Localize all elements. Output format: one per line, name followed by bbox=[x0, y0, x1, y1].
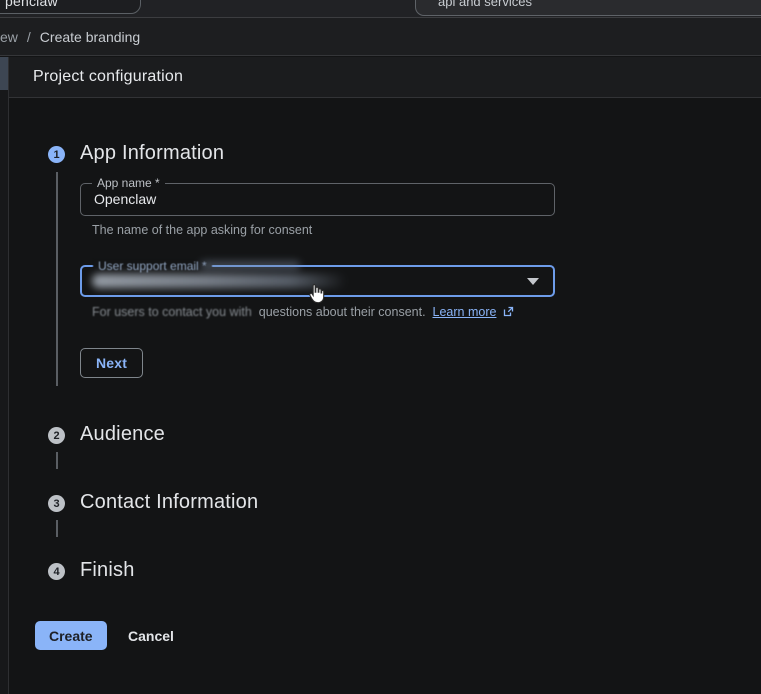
search-box[interactable]: api and services bbox=[415, 0, 761, 16]
next-button[interactable]: Next bbox=[80, 348, 144, 378]
cancel-button[interactable]: Cancel bbox=[114, 621, 188, 650]
step-4-number: 4 bbox=[53, 565, 60, 578]
breadcrumb-separator: / bbox=[26, 28, 31, 45]
step-3-circle: 3 bbox=[48, 495, 65, 512]
page-title: Project configuration bbox=[33, 68, 184, 85]
project-configuration-screen: penclaw api and services ew / Create bra… bbox=[0, 0, 761, 694]
step-2-circle: 2 bbox=[48, 427, 65, 444]
stepper-connector-tick bbox=[56, 520, 58, 537]
breadcrumb-current: Create branding bbox=[39, 28, 141, 45]
step-3-number: 3 bbox=[53, 497, 60, 510]
step-2-title-audience: Audience bbox=[80, 423, 165, 445]
support-email-helper-prefix: For users to contact you with bbox=[92, 305, 252, 319]
app-name-field[interactable]: App name * Openclaw bbox=[80, 176, 555, 216]
redacted-blur-smudge bbox=[200, 261, 300, 270]
step-1-circle: 1 bbox=[48, 146, 65, 163]
learn-more-link[interactable]: Learn more bbox=[433, 305, 497, 319]
scrollbar-thumb[interactable] bbox=[0, 57, 8, 90]
support-email-helper-text: For users to contact you with questions … bbox=[92, 305, 514, 319]
left-scrollbar-track[interactable] bbox=[0, 57, 9, 694]
external-link-icon bbox=[503, 306, 514, 317]
chevron-down-icon[interactable] bbox=[527, 278, 539, 285]
step-4-title-finish: Finish bbox=[80, 559, 135, 581]
app-name-value[interactable]: Openclaw bbox=[94, 184, 156, 215]
step-3-title-contact-information: Contact Information bbox=[80, 491, 259, 513]
breadcrumb: ew / Create branding bbox=[0, 18, 761, 56]
user-support-email-label: User support email * bbox=[93, 259, 212, 273]
top-bar: penclaw api and services bbox=[0, 0, 761, 18]
browser-tab[interactable]: penclaw bbox=[0, 0, 141, 14]
browser-tab-label: penclaw bbox=[5, 0, 58, 9]
stepper-connector-tick bbox=[56, 452, 58, 469]
search-box-label: api and services bbox=[438, 0, 532, 9]
step-4-circle: 4 bbox=[48, 563, 65, 580]
breadcrumb-prefix[interactable]: ew bbox=[0, 29, 18, 45]
mouse-cursor-icon bbox=[309, 283, 325, 304]
step-2-number: 2 bbox=[53, 429, 60, 442]
app-name-helper-text: The name of the app asking for consent bbox=[92, 223, 313, 237]
step-1-number: 1 bbox=[53, 148, 60, 161]
panel-header: Project configuration bbox=[9, 57, 761, 98]
step-1-title-app-information: App Information bbox=[80, 142, 225, 164]
stepper-connector-line bbox=[56, 172, 58, 386]
create-button[interactable]: Create bbox=[35, 621, 107, 650]
support-email-helper-rest: questions about their consent. bbox=[258, 305, 426, 319]
wizard-content: 1 App Information App name * Openclaw Th… bbox=[9, 98, 761, 694]
